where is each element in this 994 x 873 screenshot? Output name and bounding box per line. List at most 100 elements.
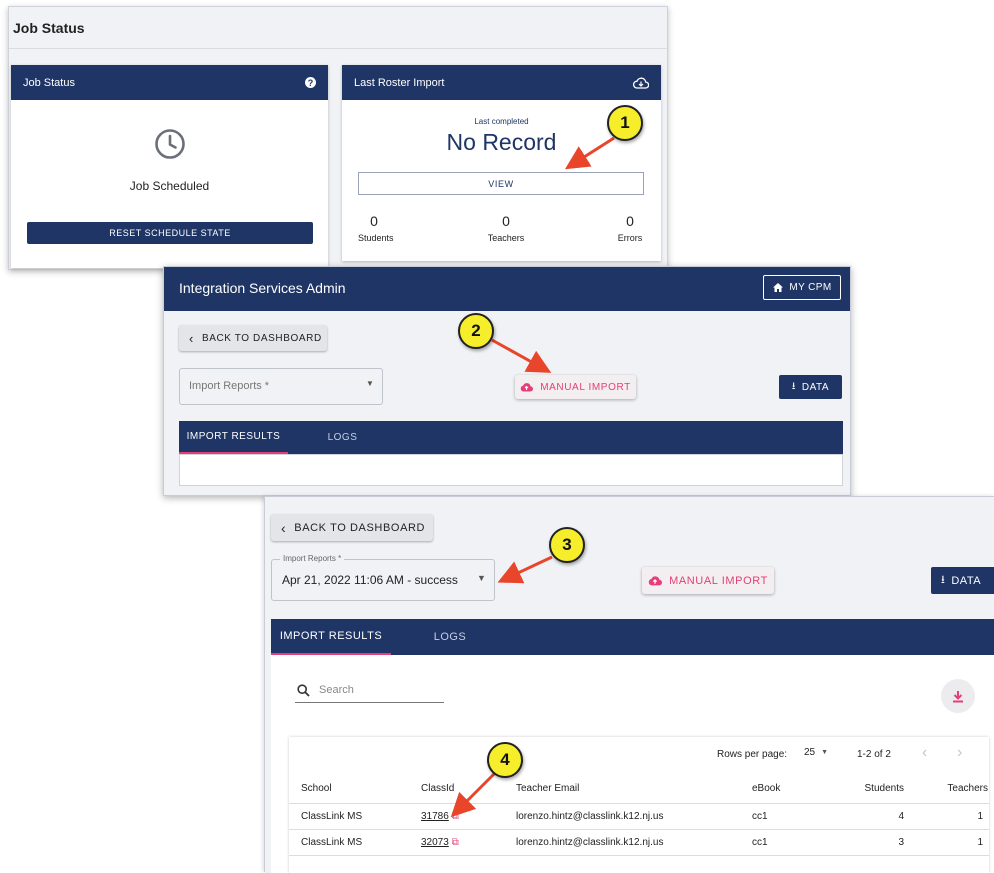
my-cpm-label: MY CPM	[789, 282, 832, 293]
dropdown-arrow-icon: ▼	[477, 573, 486, 583]
cell-ebook: cc1	[752, 810, 768, 822]
cell-classid[interactable]: 31786 ⧉	[420, 803, 515, 829]
cell-teacher-email: lorenzo.hintz@classlink.k12.nj.us	[516, 810, 664, 822]
tab-bar: IMPORT RESULTS LOGS	[271, 619, 994, 655]
import-reports-placeholder: Import Reports *	[189, 380, 270, 392]
dropdown-arrow-icon: ▼	[821, 749, 829, 756]
cloud-upload-icon	[648, 576, 663, 586]
roster-card-header: Last Roster Import	[342, 65, 661, 100]
table-header-row: School ClassId Teacher Email eBook Stude…	[289, 775, 989, 803]
external-link-icon[interactable]: ⧉	[452, 837, 459, 848]
classid-link[interactable]: 31786	[421, 811, 449, 822]
callout-badge-4: 4	[487, 742, 523, 778]
import-reports-label: Import Reports *	[280, 554, 345, 563]
classid-link[interactable]: 32073	[421, 837, 449, 848]
students-label: Students	[358, 233, 394, 243]
dropdown-arrow-icon: ▼	[366, 379, 374, 388]
job-status-card-header: Job Status ?	[11, 65, 328, 100]
teachers-count: 0	[502, 213, 510, 229]
column-header[interactable]: Students	[823, 775, 905, 803]
download-icon	[953, 690, 963, 702]
back-to-dashboard-button[interactable]: ‹ BACK TO DASHBOARD	[179, 325, 327, 351]
tab-import-results[interactable]: IMPORT RESULTS	[179, 421, 288, 454]
cell-teacher-email: lorenzo.hintz@classlink.k12.nj.us	[516, 836, 664, 848]
previous-page-icon[interactable]: ‹	[922, 744, 927, 762]
reset-schedule-state-button[interactable]: RESET SCHEDULE STATE	[27, 222, 313, 244]
data-button-label: DATA	[801, 381, 830, 393]
search-placeholder: Search	[319, 684, 354, 696]
manual-import-button[interactable]: MANUAL IMPORT	[642, 567, 774, 594]
errors-label: Errors	[617, 233, 643, 243]
cell-students: 4	[898, 810, 904, 822]
my-cpm-button[interactable]: MY CPM	[763, 275, 841, 300]
cell-school: ClassLink MS	[301, 836, 363, 848]
teachers-label: Teachers	[487, 233, 525, 243]
app-header: Integration Services Admin MY CPM	[164, 267, 850, 311]
table-row: ClassLink MS 31786 ⧉ lorenzo.hintz@class…	[289, 803, 989, 829]
last-roster-import-card: Last Roster Import Last completed No Rec…	[342, 65, 661, 261]
roster-card-title: Last Roster Import	[354, 76, 445, 89]
pagination-range: 1-2 of 2	[857, 749, 891, 760]
data-button-label: DATA	[951, 574, 982, 587]
manual-import-button[interactable]: MANUAL IMPORT	[515, 375, 636, 399]
job-status-card-title: Job Status	[23, 76, 75, 89]
data-button[interactable]: ⭳ DATA	[779, 375, 842, 399]
errors-count: 0	[626, 213, 634, 229]
results-content: Search Rows per page: 25 ▼ 1-2 of 2 ‹ › …	[271, 655, 994, 873]
search-icon	[297, 684, 310, 697]
search-input[interactable]: Search	[295, 681, 444, 703]
job-status-panel: Job Status Job Status ? Job Scheduled RE…	[8, 6, 668, 270]
tab-logs[interactable]: LOGS	[288, 421, 397, 454]
job-status-text: Job Scheduled	[129, 179, 210, 193]
cell-teachers: 1	[977, 810, 983, 822]
view-button[interactable]: VIEW	[358, 172, 644, 195]
cloud-upload-icon	[520, 383, 534, 392]
import-reports-select[interactable]: Import Reports * Apr 21, 2022 11:06 AM -…	[271, 554, 495, 601]
data-button[interactable]: ⭳ DATA	[931, 567, 994, 594]
results-table-card: Rows per page: 25 ▼ 1-2 of 2 ‹ › School …	[289, 737, 989, 873]
integration-admin-panel: Integration Services Admin MY CPM ‹ BACK…	[163, 266, 851, 496]
next-page-icon[interactable]: ›	[957, 744, 962, 762]
cloud-download-icon[interactable]	[633, 77, 649, 89]
manual-import-label: MANUAL IMPORT	[540, 381, 631, 393]
rows-per-page-label: Rows per page:	[717, 749, 788, 760]
job-status-card: Job Status ? Job Scheduled RESET SCHEDUL…	[11, 65, 328, 268]
tab-import-results[interactable]: IMPORT RESULTS	[271, 619, 391, 655]
column-header[interactable]: Teacher Email	[515, 775, 751, 803]
home-icon	[773, 283, 784, 292]
clock-icon	[155, 129, 185, 159]
back-to-dashboard-label: BACK TO DASHBOARD	[294, 521, 426, 534]
app-title: Integration Services Admin	[179, 280, 346, 296]
column-header[interactable]: eBook	[751, 775, 823, 803]
manual-import-label: MANUAL IMPORT	[669, 574, 768, 587]
import-reports-select[interactable]: Import Reports * ▼	[179, 368, 383, 405]
results-table: School ClassId Teacher Email eBook Stude…	[289, 775, 989, 856]
column-header[interactable]: Teachers	[905, 775, 989, 803]
students-count: 0	[370, 213, 378, 229]
page-title: Job Status	[9, 7, 667, 49]
import-results-panel: ‹ BACK TO DASHBOARD Import Reports * Apr…	[264, 496, 994, 873]
rows-per-page-select[interactable]: 25 ▼	[804, 747, 828, 758]
rows-per-page-value: 25	[804, 747, 816, 758]
tab-content	[179, 454, 843, 486]
tab-bar: IMPORT RESULTS LOGS	[179, 421, 843, 454]
cell-ebook: cc1	[752, 836, 768, 848]
help-icon[interactable]: ?	[305, 77, 316, 88]
download-icon: ⭳	[941, 574, 946, 586]
callout-badge-1: 1	[607, 105, 643, 141]
export-download-button[interactable]	[941, 679, 975, 713]
column-header[interactable]: School	[289, 775, 420, 803]
import-reports-value: Apr 21, 2022 11:06 AM - success	[282, 573, 458, 587]
back-to-dashboard-label: BACK TO DASHBOARD	[201, 332, 322, 344]
cell-students: 3	[898, 836, 904, 848]
callout-badge-3: 3	[549, 527, 585, 563]
cell-classid[interactable]: 32073 ⧉	[420, 829, 515, 855]
column-header[interactable]: ClassId	[420, 775, 515, 803]
back-to-dashboard-button[interactable]: ‹ BACK TO DASHBOARD	[271, 514, 433, 541]
callout-badge-2: 2	[458, 313, 494, 349]
cell-teachers: 1	[977, 836, 983, 848]
tab-logs[interactable]: LOGS	[391, 619, 509, 655]
cell-school: ClassLink MS	[301, 810, 363, 822]
external-link-icon[interactable]: ⧉	[452, 811, 459, 822]
table-row: ClassLink MS 32073 ⧉ lorenzo.hintz@class…	[289, 829, 989, 855]
